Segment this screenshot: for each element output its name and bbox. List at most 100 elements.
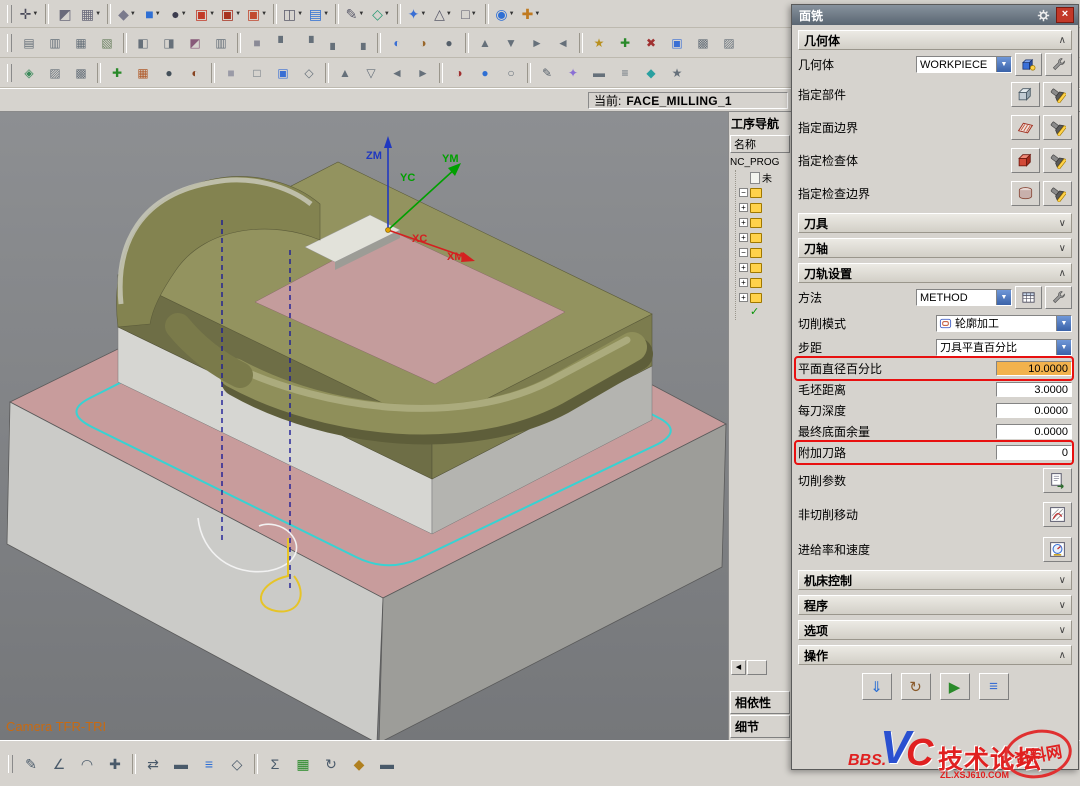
toolbar-icon[interactable]: ▥ (208, 32, 234, 54)
dropdown-caret-icon[interactable]: ▼ (209, 11, 215, 17)
scroll-left-icon[interactable]: ◀ (731, 660, 746, 675)
navigator-tree-item[interactable]: + (739, 290, 791, 305)
collapse-icon[interactable]: − (739, 248, 748, 257)
toolbar-icon[interactable]: ▨ (42, 62, 68, 84)
toolbar-drag-handle[interactable] (7, 5, 12, 23)
toolbar-icon[interactable]: ● (436, 32, 462, 54)
section-header-machine-control[interactable]: 机床控制 ∨ (798, 570, 1072, 590)
action-list-button[interactable]: ≡ (979, 673, 1009, 700)
toolbar-icon[interactable]: ◆ (345, 751, 373, 777)
toolbar-icon[interactable]: ● (156, 62, 182, 84)
highlight-face-boundary-button[interactable] (1043, 115, 1072, 140)
toolbar-icon[interactable]: ▘ (270, 32, 296, 54)
expand-arrow-icon[interactable]: ∨ (1059, 600, 1066, 611)
toolbar-icon[interactable]: ◐ (384, 32, 410, 54)
toolbar-icon[interactable]: ◆▼ (114, 3, 140, 25)
toolbar-icon[interactable]: ● (472, 62, 498, 84)
select-check-body-button[interactable] (1011, 148, 1040, 173)
toolbar-icon[interactable]: ◩ (182, 32, 208, 54)
toolbar-icon[interactable]: ▩ (690, 32, 716, 54)
toolbar-icon[interactable]: ◩ (52, 3, 78, 25)
additional-passes-input[interactable] (996, 445, 1072, 460)
collapse-arrow-icon[interactable]: ∧ (1059, 650, 1066, 661)
graphics-viewport[interactable]: ZM YC YM XC XM Camera TFR-TRI (0, 112, 728, 740)
dropdown-caret-icon[interactable]: ▼ (297, 11, 303, 17)
dropdown-caret-icon[interactable]: ▼ (181, 11, 187, 17)
select-part-button[interactable] (1011, 82, 1040, 107)
section-header-tool[interactable]: 刀具 ∨ (798, 213, 1072, 233)
method-combo[interactable]: METHOD ▼ (916, 289, 1012, 306)
plane-diameter-percent-input[interactable] (996, 361, 1072, 376)
toolbar-icon[interactable]: ▲ (472, 32, 498, 54)
toolbar-icon[interactable]: ◑ (446, 62, 472, 84)
navigator-root-item[interactable]: NC_PROG (729, 155, 791, 170)
toolbar-icon[interactable]: ✎▼ (342, 3, 368, 25)
toolbar-icon[interactable]: ▲ (332, 62, 358, 84)
toolbar-icon[interactable]: ▦▼ (78, 3, 104, 25)
toolbar-icon[interactable]: ↻ (317, 751, 345, 777)
dropdown-arrow-icon[interactable]: ▼ (996, 57, 1011, 72)
dropdown-caret-icon[interactable]: ▼ (446, 11, 452, 17)
action-replay-button[interactable]: ↻ (901, 673, 931, 700)
toolbar-icon[interactable]: ▣▼ (192, 3, 218, 25)
expand-arrow-icon[interactable]: ∨ (1059, 243, 1066, 254)
toolbar-icon[interactable]: ▝ (296, 32, 322, 54)
toolbar-icon[interactable]: ▧ (94, 32, 120, 54)
highlight-check-body-button[interactable] (1043, 148, 1072, 173)
toolbar-icon[interactable]: ◄ (384, 62, 410, 84)
navigator-tree-item[interactable]: − (739, 185, 791, 200)
toolbar-drag-handle[interactable] (7, 64, 12, 82)
dialog-titlebar[interactable]: 面铣 × (792, 5, 1078, 25)
toolbar-icon[interactable]: ▨ (716, 32, 742, 54)
dialog-settings-gear-icon[interactable] (1035, 7, 1051, 23)
toolbar-icon[interactable]: ○ (498, 62, 524, 84)
action-generate-button[interactable]: ⇓ (862, 673, 892, 700)
non-cutting-moves-button[interactable] (1043, 502, 1072, 527)
dropdown-caret-icon[interactable]: ▼ (32, 11, 38, 17)
toolbar-icon[interactable]: ✛▼ (16, 3, 42, 25)
toolbar-icon[interactable]: ▣▼ (218, 3, 244, 25)
navigator-tree-item[interactable]: + (739, 275, 791, 290)
toolbar-icon[interactable]: ■ (244, 32, 270, 54)
toolbar-icon[interactable]: ◄ (550, 32, 576, 54)
dropdown-arrow-icon[interactable]: ▼ (996, 290, 1011, 305)
feeds-speeds-button[interactable] (1043, 537, 1072, 562)
expand-arrow-icon[interactable]: ∨ (1059, 575, 1066, 586)
collapse-arrow-icon[interactable]: ∧ (1059, 35, 1066, 46)
navigator-horizontal-scrollbar[interactable]: ◀ (731, 660, 789, 674)
expand-icon[interactable]: + (739, 203, 748, 212)
toolbar-icon[interactable]: ▦ (130, 62, 156, 84)
toolbar-icon[interactable]: ◇▼ (368, 3, 394, 25)
action-verify-button[interactable]: ▶ (940, 673, 970, 700)
dropdown-caret-icon[interactable]: ▼ (323, 11, 329, 17)
navigator-tree-item[interactable]: − (739, 245, 791, 260)
toolbar-icon[interactable]: ■▼ (140, 3, 166, 25)
toolbar-icon[interactable]: ✦▼ (404, 3, 430, 25)
toolbar-icon[interactable]: ≡ (195, 751, 223, 777)
toolbar-icon[interactable]: ◧ (130, 32, 156, 54)
toolbar-icon[interactable]: ✚ (101, 751, 129, 777)
toolbar-icon[interactable]: □ (244, 62, 270, 84)
toolbar-icon[interactable]: △▼ (430, 3, 456, 25)
toolbar-icon[interactable]: ▬ (586, 62, 612, 84)
toolbar-icon[interactable]: ✚ (104, 62, 130, 84)
dropdown-caret-icon[interactable]: ▼ (471, 11, 477, 17)
toolbar-icon[interactable]: ✎ (534, 62, 560, 84)
navigator-tree-item[interactable]: ✓ (739, 305, 791, 320)
dropdown-caret-icon[interactable]: ▼ (384, 11, 390, 17)
dropdown-caret-icon[interactable]: ▼ (155, 11, 161, 17)
toolbar-icon[interactable]: ▥ (42, 32, 68, 54)
highlight-check-boundary-button[interactable] (1043, 181, 1072, 206)
select-check-boundary-button[interactable] (1011, 181, 1040, 206)
expand-arrow-icon[interactable]: ∨ (1059, 218, 1066, 229)
section-header-tool-axis[interactable]: 刀轴 ∨ (798, 238, 1072, 258)
toolbar-icon[interactable]: ◇ (296, 62, 322, 84)
toolbar-icon[interactable]: ◆ (638, 62, 664, 84)
dropdown-arrow-icon[interactable]: ▼ (1056, 340, 1071, 355)
toolbar-icon[interactable]: ▣▼ (244, 3, 270, 25)
toolbar-icon[interactable]: ⇄ (139, 751, 167, 777)
toolbar-icon[interactable]: ▗ (348, 32, 374, 54)
select-face-boundary-button[interactable] (1011, 115, 1040, 140)
toolbar-icon[interactable]: ✦ (560, 62, 586, 84)
expand-icon[interactable]: + (739, 293, 748, 302)
